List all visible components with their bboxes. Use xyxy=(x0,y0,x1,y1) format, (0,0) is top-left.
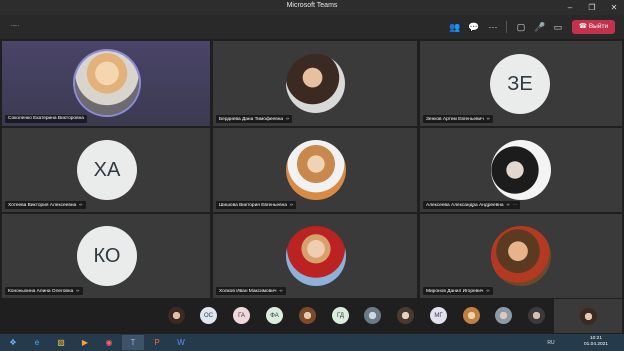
participants-icon[interactable]: 👥 xyxy=(448,20,462,34)
participant-tile[interactable]: КО Кононыхина Алина Олеговна ✏ xyxy=(2,214,210,298)
participant-name: Хотеева Виктория Алексеевна xyxy=(8,203,77,208)
clock-date: 01.04.2021 xyxy=(583,342,608,347)
avatar-initials: ГА xyxy=(238,312,245,319)
participant-name: Кононыхина Алина Олеговна xyxy=(8,289,74,294)
title-bar: Microsoft Teams – ❐ ✕ xyxy=(0,0,624,15)
participant-name: Алексеева Александра Андреевна xyxy=(426,203,504,208)
strip-avatar[interactable] xyxy=(397,307,414,324)
participant-tile[interactable]: Холков Иван Максимович ✏ xyxy=(213,214,417,298)
explorer-icon[interactable]: ▧ xyxy=(50,335,72,350)
pin-icon: ✏ xyxy=(289,202,294,207)
avatar-initials: ФА xyxy=(270,312,279,319)
participant-avatar xyxy=(286,140,346,200)
strip-avatar[interactable]: ФА xyxy=(266,307,283,324)
participant-name: Холков Иван Максимович xyxy=(219,289,277,294)
pin-icon: ✏ xyxy=(286,116,290,121)
participant-strip: ОС ГА ФА ГД МГ xyxy=(0,298,624,334)
chat-icon[interactable]: 💬 xyxy=(467,20,481,34)
divider xyxy=(506,21,507,33)
share-screen-icon[interactable]: ▭ xyxy=(551,20,565,34)
strip-avatar[interactable] xyxy=(528,307,545,324)
strip-avatar[interactable] xyxy=(299,307,316,324)
participant-nameplate: Бердиева Дана Тимофеевна ✏ xyxy=(216,115,293,123)
pin-icon: ✏ xyxy=(486,116,491,121)
participant-nameplate: Зенков Артем Евгеньевич ✏ xyxy=(423,115,494,123)
strip-avatar[interactable]: ГА xyxy=(233,307,250,324)
strip-avatar[interactable] xyxy=(495,307,512,324)
participant-tile[interactable]: Соколенко Екатерина Викторовна xyxy=(2,41,210,126)
participant-tile[interactable]: Шишова Виктория Евгеньевна ✏ xyxy=(213,128,417,212)
participant-avatar xyxy=(286,54,345,113)
participant-tile[interactable]: Бердиева Дана Тимофеевна ✏ xyxy=(213,41,417,126)
window-title: Microsoft Teams xyxy=(286,2,338,9)
pin-icon: ✏ xyxy=(506,202,510,207)
participant-nameplate: Хотеева Виктория Алексеевна ✏ xyxy=(5,201,86,209)
language-indicator[interactable]: RU xyxy=(540,335,562,350)
minimize-button[interactable]: – xyxy=(560,0,580,15)
pin-icon: ✏ xyxy=(279,288,283,293)
microphone-icon[interactable]: 🎤 xyxy=(533,20,547,34)
avatar-initials: ХА xyxy=(93,158,121,181)
meeting-toolbar: ·‒· 👥 💬 ⋯ ▢ 🎤 ▭ ☎ Выйти xyxy=(0,15,624,39)
participant-avatar xyxy=(491,226,551,286)
participant-nameplate: Кононыхина Алина Олеговна ✏ xyxy=(5,287,83,295)
strip-avatar[interactable] xyxy=(463,307,480,324)
teams-icon[interactable]: T xyxy=(122,335,144,350)
ie-icon[interactable]: e xyxy=(26,335,48,350)
pin-icon: ✏ xyxy=(76,288,80,293)
participant-avatar xyxy=(75,51,139,115)
participant-tile[interactable]: ЗЕ Зенков Артем Евгеньевич ✏ xyxy=(420,41,622,126)
more-icon[interactable]: ⋯ xyxy=(513,202,517,207)
pin-icon: ✏ xyxy=(486,288,490,293)
participant-avatar: ХА xyxy=(77,140,137,200)
participant-name: Соколенко Екатерина Викторовна xyxy=(8,116,84,121)
leave-button[interactable]: ☎ Выйти xyxy=(572,20,615,34)
leave-label: Выйти xyxy=(588,23,609,30)
participant-tile[interactable]: ХА Хотеева Виктория Алексеевна ✏ xyxy=(2,128,210,212)
more-actions-icon[interactable]: ⋯ xyxy=(486,20,500,34)
participant-tile[interactable]: Алексеева Александра Андреевна ✏ ⋯ xyxy=(420,128,622,212)
participant-tile[interactable]: Миронов Данил Игоревич ✏ xyxy=(420,214,622,298)
self-view[interactable] xyxy=(554,299,622,333)
avatar-initials: ЗЕ xyxy=(507,72,533,95)
participant-name: Зенков Артем Евгеньевич xyxy=(426,117,484,122)
video-grid: Соколенко Екатерина Викторовна Бердиева … xyxy=(2,41,622,298)
participant-nameplate: Алексеева Александра Андреевна ✏ ⋯ xyxy=(423,201,520,209)
camera-icon[interactable]: ▢ xyxy=(514,20,528,34)
participant-nameplate: Соколенко Екатерина Викторовна xyxy=(5,115,87,123)
participant-name: Бердиева Дана Тимофеевна xyxy=(219,117,284,122)
avatar-initials: КО xyxy=(93,244,121,267)
self-avatar xyxy=(580,308,597,325)
avatar-initials: ГД xyxy=(337,312,344,319)
chrome-icon[interactable]: ◉ xyxy=(98,335,120,350)
participant-avatar: ЗЕ xyxy=(490,54,550,114)
language-label: RU xyxy=(547,339,555,346)
avatar-initials: ОС xyxy=(204,312,213,319)
participant-name: Шишова Виктория Евгеньевна xyxy=(219,203,287,208)
participant-avatar xyxy=(491,140,551,200)
participant-nameplate: Шишова Виктория Евгеньевна ✏ xyxy=(216,201,297,209)
word-icon[interactable]: W xyxy=(170,335,192,350)
close-button[interactable]: ✕ xyxy=(604,0,624,15)
pin-icon: ✏ xyxy=(79,202,83,207)
start-icon[interactable]: ❖ xyxy=(2,335,24,350)
avatar-initials: МГ xyxy=(434,312,443,319)
participant-name: Миронов Данил Игоревич xyxy=(426,289,484,294)
taskbar: ❖ e ▧ ▶ ◉ T P W RU 10:21 01.04.2021 xyxy=(0,334,624,351)
pdf-icon[interactable]: P xyxy=(146,335,168,350)
participant-avatar: КО xyxy=(77,226,137,286)
strip-avatar[interactable] xyxy=(168,307,185,324)
media-icon[interactable]: ▶ xyxy=(74,335,96,350)
strip-avatar[interactable] xyxy=(364,307,381,324)
maximize-button[interactable]: ❐ xyxy=(582,0,602,15)
strip-avatar[interactable]: МГ xyxy=(430,307,447,324)
participant-nameplate: Холков Иван Максимович ✏ xyxy=(216,287,286,295)
participant-nameplate: Миронов Данил Игоревич ✏ xyxy=(423,287,493,295)
strip-avatar[interactable]: ГД xyxy=(332,307,349,324)
strip-avatar[interactable]: ОС xyxy=(200,307,217,324)
participant-avatar xyxy=(286,226,346,286)
clock[interactable]: 10:21 01.04.2021 xyxy=(584,336,608,348)
more-icon[interactable]: ·‒· xyxy=(10,21,20,30)
